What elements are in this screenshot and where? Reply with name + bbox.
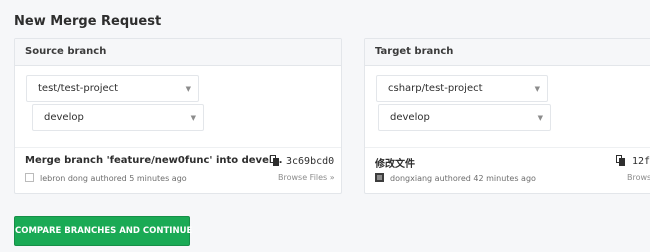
source-panel-header: Source branch [15, 39, 341, 66]
target-project-value: csharp/test-project [388, 83, 483, 94]
target-panel-header: Target branch [365, 39, 650, 66]
source-project-value: test/test-project [38, 83, 119, 94]
avatar [25, 173, 34, 182]
target-branch-heading: Target branch [375, 46, 454, 57]
source-browse-files-link[interactable]: Browse Files » [278, 173, 335, 182]
source-sha-text: 3c69bcd0 [286, 156, 335, 167]
source-project-select[interactable]: test/test-project ▼ [26, 75, 199, 102]
target-sha-text: 12f [632, 156, 650, 167]
source-branch-select[interactable]: develop ▼ [32, 104, 204, 131]
source-branch-value: develop [44, 112, 84, 123]
clipboard-icon[interactable] [616, 155, 625, 166]
compare-branches-button[interactable]: COMPARE BRANCHES AND CONTINUE [14, 216, 192, 246]
source-commit: Merge branch 'feature/new0func' into dev… [15, 147, 341, 193]
page-title: New Merge Request [14, 14, 162, 29]
target-branch-value: develop [390, 112, 430, 123]
target-branch-select[interactable]: develop ▼ [378, 104, 551, 131]
source-commit-sha[interactable]: 3c69bcd0 [270, 155, 334, 167]
target-commit-sha[interactable]: 12f [616, 155, 650, 167]
avatar [375, 173, 384, 182]
caret-down-icon: ▼ [537, 114, 543, 122]
target-branch-panel: Target branch csharp/test-project ▼ deve… [364, 38, 650, 194]
caret-down-icon: ▼ [185, 85, 191, 93]
target-commit-meta: dongxiang authored 42 minutes ago [375, 173, 536, 183]
target-browse-files-link[interactable]: Brows [627, 173, 650, 182]
caret-down-icon: ▼ [534, 85, 540, 93]
source-commit-title[interactable]: Merge branch 'feature/new0func' into dev… [25, 155, 282, 166]
clipboard-icon[interactable] [270, 155, 279, 166]
caret-down-icon: ▼ [190, 114, 196, 122]
source-commit-meta: lebron dong authored 5 minutes ago [25, 173, 187, 183]
target-commit: 修改文件 dongxiang authored 42 minutes ago 1… [365, 147, 650, 193]
source-commit-author: lebron dong authored 5 minutes ago [40, 174, 187, 183]
source-branch-heading: Source branch [25, 46, 107, 57]
target-commit-title[interactable]: 修改文件 [375, 155, 415, 170]
source-branch-panel: Source branch test/test-project ▼ develo… [14, 38, 342, 194]
target-commit-author: dongxiang authored 42 minutes ago [390, 174, 536, 183]
target-project-select[interactable]: csharp/test-project ▼ [376, 75, 548, 102]
